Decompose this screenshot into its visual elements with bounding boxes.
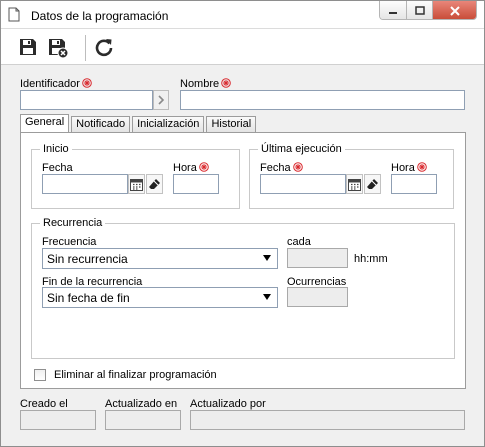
frecuencia-select[interactable]: Sin recurrencia [42, 248, 278, 269]
recurrencia-group-title: Recurrencia [40, 217, 106, 229]
tab-historial[interactable]: Historial [206, 116, 257, 133]
tab-general[interactable]: General [20, 114, 70, 133]
refresh-icon [95, 39, 113, 57]
toolbar-separator [85, 35, 86, 61]
fin-recurrencia-select[interactable]: Sin fecha de fin [42, 287, 278, 308]
floppy-disk-icon [20, 39, 36, 55]
ultima-hora-field[interactable] [391, 174, 437, 194]
frecuencia-select-value: Sin recurrencia [47, 252, 128, 266]
frecuencia-label: Frecuencia [42, 236, 97, 248]
maximize-button[interactable] [406, 1, 432, 19]
maximize-icon [414, 5, 425, 15]
floppy-disk-close-icon [49, 39, 69, 59]
cada-unit-label: hh:mm [354, 253, 388, 265]
tab-bar: General Notificado Inicialización Histor… [20, 114, 258, 133]
actualizado-en-label: Actualizado en [105, 398, 178, 410]
eliminar-checkbox[interactable] [34, 369, 46, 381]
required-icon [221, 78, 231, 88]
ultima-fecha-label: Fecha [260, 162, 303, 174]
inicio-fecha-field[interactable] [42, 174, 128, 194]
inicio-group-title: Inicio [40, 143, 72, 155]
dropdown-arrow-icon [263, 255, 271, 261]
ultima-clear-button[interactable] [364, 174, 381, 194]
inicio-hora-label-text: Hora [173, 162, 197, 174]
ocurrencias-field[interactable] [287, 287, 348, 307]
ultima-ejecucion-group-title: Última ejecución [258, 143, 345, 155]
minimize-button[interactable] [380, 1, 406, 19]
minimize-icon [389, 11, 397, 14]
calendar-icon [348, 178, 361, 191]
actualizado-por-label: Actualizado por [190, 398, 266, 410]
dropdown-arrow-icon [263, 294, 271, 300]
tab-panel-general: Inicio Fecha Hora Última ejecución Fecha [20, 132, 466, 389]
toolbar [1, 29, 484, 65]
eraser-icon [367, 178, 378, 189]
inicio-hora-field[interactable] [173, 174, 219, 194]
required-icon [417, 162, 427, 172]
ultima-hora-label-text: Hora [391, 162, 415, 174]
refresh-button[interactable] [94, 37, 116, 59]
inicio-hora-label: Hora [173, 162, 209, 174]
cada-field[interactable] [287, 248, 348, 268]
required-icon [199, 162, 209, 172]
nombre-label: Nombre [180, 78, 231, 90]
title-bar: Datos de la programación [1, 1, 484, 29]
identificador-label: Identificador [20, 78, 92, 90]
tab-inicializacion[interactable]: Inicialización [132, 116, 205, 133]
nombre-field[interactable] [180, 90, 465, 110]
ultima-ejecucion-group: Última ejecución Fecha Hora [249, 143, 454, 209]
save-and-close-button[interactable] [47, 37, 69, 59]
dialog-window: Datos de la programación Identificador N… [0, 0, 485, 447]
nombre-label-text: Nombre [180, 78, 220, 90]
creado-field[interactable] [20, 410, 96, 430]
required-icon [292, 162, 303, 172]
identificador-next-button[interactable] [153, 90, 169, 110]
document-icon [8, 7, 20, 25]
window-controls [379, 1, 477, 20]
eraser-icon [149, 178, 160, 189]
inicio-calendar-button[interactable] [128, 174, 145, 194]
close-icon [449, 5, 460, 16]
eliminar-label: Eliminar al finalizar programación [54, 369, 217, 381]
ultima-calendar-button[interactable] [346, 174, 363, 194]
actualizado-por-field[interactable] [190, 410, 465, 430]
creado-label: Creado el [20, 398, 68, 410]
inicio-clear-button[interactable] [146, 174, 163, 194]
inicio-group: Inicio Fecha Hora [31, 143, 240, 209]
cada-label: cada [287, 236, 311, 248]
inicio-fecha-label: Fecha [42, 162, 73, 174]
close-button[interactable] [432, 1, 476, 19]
window-title: Datos de la programación [31, 9, 169, 23]
tab-notificado[interactable]: Notificado [71, 116, 131, 133]
required-icon [82, 78, 92, 88]
actualizado-en-field[interactable] [105, 410, 181, 430]
fin-recurrencia-select-value: Sin fecha de fin [47, 291, 130, 305]
recurrencia-group: Recurrencia Frecuencia Sin recurrencia c… [31, 217, 455, 359]
identificador-label-text: Identificador [20, 78, 80, 90]
chevron-right-icon [158, 95, 165, 105]
calendar-icon [130, 178, 143, 191]
ultima-fecha-label-text: Fecha [260, 162, 291, 174]
ultima-fecha-field[interactable] [260, 174, 346, 194]
ultima-hora-label: Hora [391, 162, 427, 174]
save-button[interactable] [18, 37, 40, 59]
identificador-field[interactable] [20, 90, 153, 110]
